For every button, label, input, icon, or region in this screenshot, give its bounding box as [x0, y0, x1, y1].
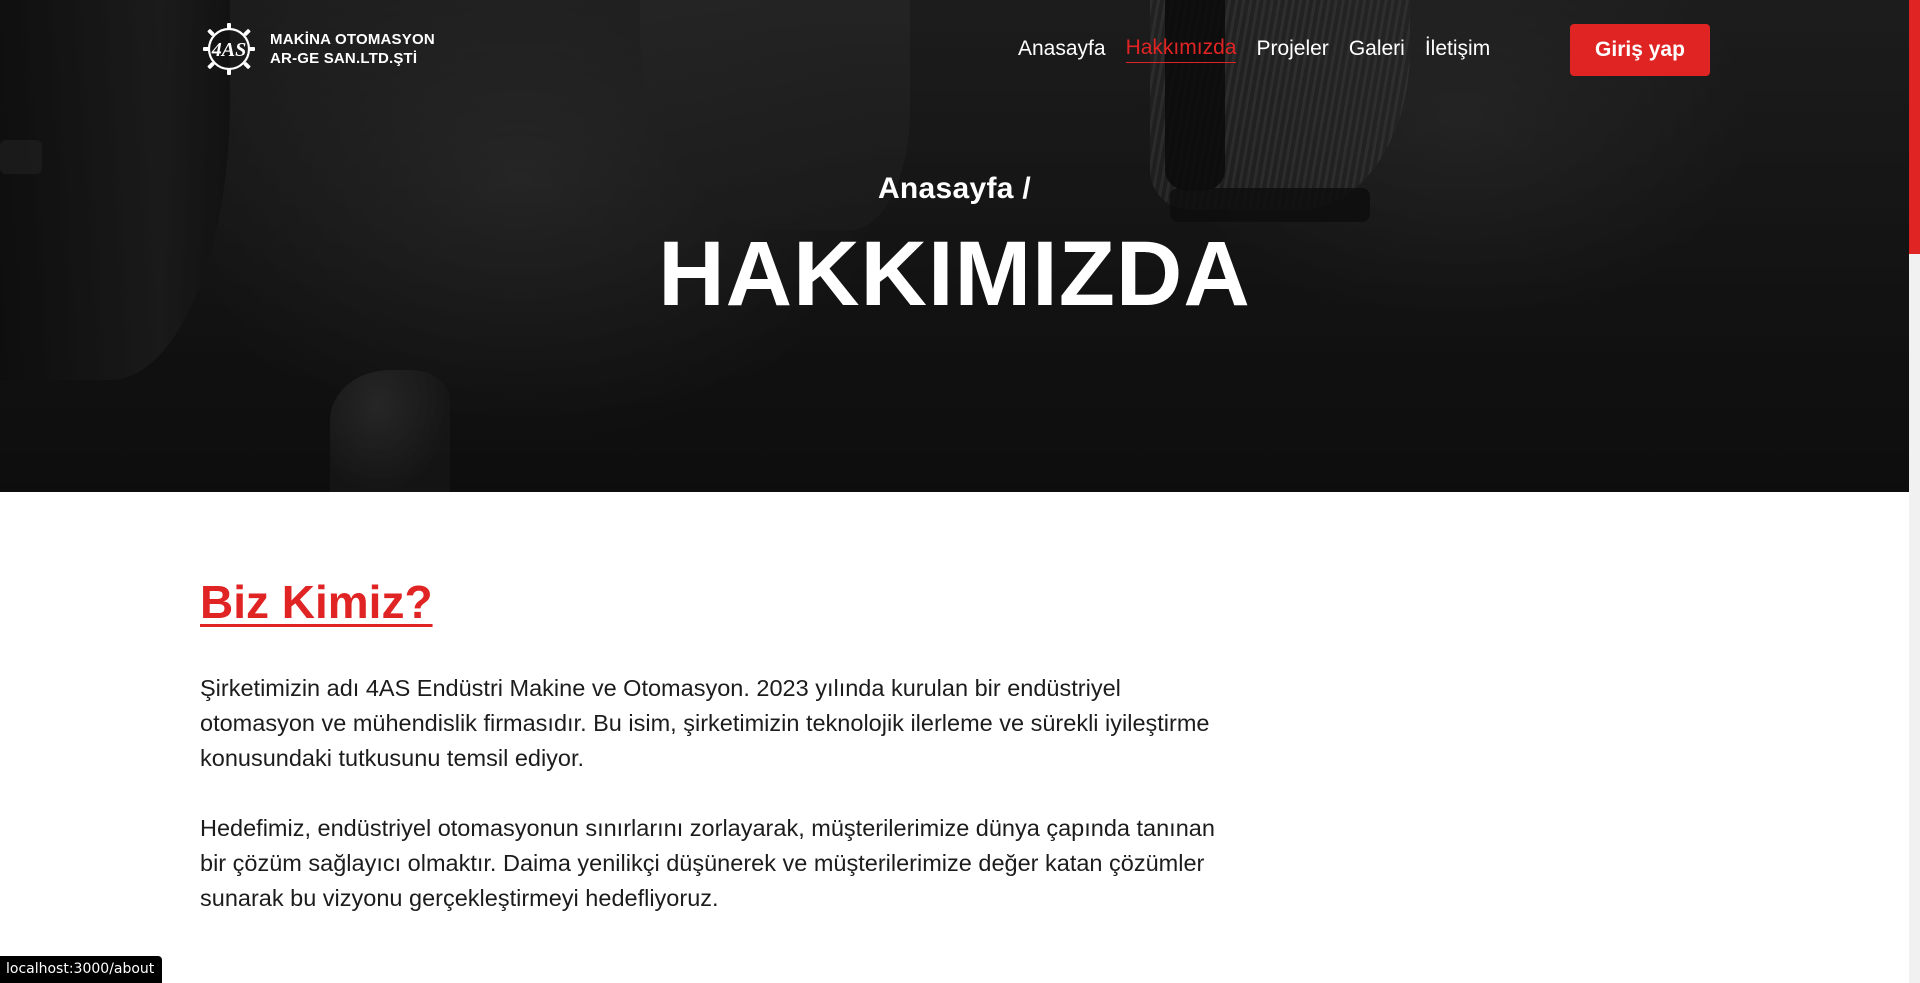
- brand-name-line2: AR-GE SAN.LTD.ŞTİ: [270, 50, 418, 67]
- hero-breadcrumb-label: Anasayfa /: [877, 172, 1032, 205]
- link-status-bar: localhost:3000/about: [0, 956, 163, 983]
- scrollbar-thumb[interactable]: [1909, 0, 1920, 254]
- about-section: Biz Kimiz? Şirketimizin adı 4AS Endüstri…: [200, 575, 1230, 951]
- nav-item-iletisim[interactable]: İletişim: [1425, 37, 1490, 63]
- site-header: 4AS MAKİNA OTOMASYON AR-GE SAN.LTD.ŞTİ A…: [0, 0, 1909, 100]
- brand-logo[interactable]: 4AS MAKİNA OTOMASYON AR-GE SAN.LTD.ŞTİ: [200, 20, 435, 78]
- gear-4as-icon: 4AS: [200, 20, 258, 78]
- login-button[interactable]: Giriş yap: [1570, 24, 1710, 76]
- brand-name: MAKİNA OTOMASYON AR-GE SAN.LTD.ŞTİ: [270, 30, 435, 68]
- nav-item-hakkimizda[interactable]: Hakkımızda: [1125, 36, 1237, 63]
- scrollbar[interactable]: [1909, 0, 1920, 983]
- main-nav: Anasayfa Hakkımızda Projeler Galeri İlet…: [1018, 36, 1490, 63]
- about-paragraph: Şirketimizin adı 4AS Endüstri Makine ve …: [200, 675, 1210, 771]
- nav-item-projeler[interactable]: Projeler: [1256, 37, 1328, 63]
- hero-breadcrumb: Anasayfa /: [0, 172, 1909, 206]
- nav-item-anasayfa[interactable]: Anasayfa: [1018, 37, 1106, 63]
- brand-name-line1: MAKİNA OTOMASYON: [270, 31, 435, 48]
- section-heading: Biz Kimiz?: [200, 576, 433, 628]
- about-paragraph: Hedefimiz, endüstriyel otomasyonun sınır…: [200, 815, 1215, 911]
- nav-item-galeri[interactable]: Galeri: [1349, 37, 1405, 63]
- logo-mark-text: 4AS: [211, 39, 246, 61]
- page-title: HAKKIMIZDA: [658, 223, 1251, 325]
